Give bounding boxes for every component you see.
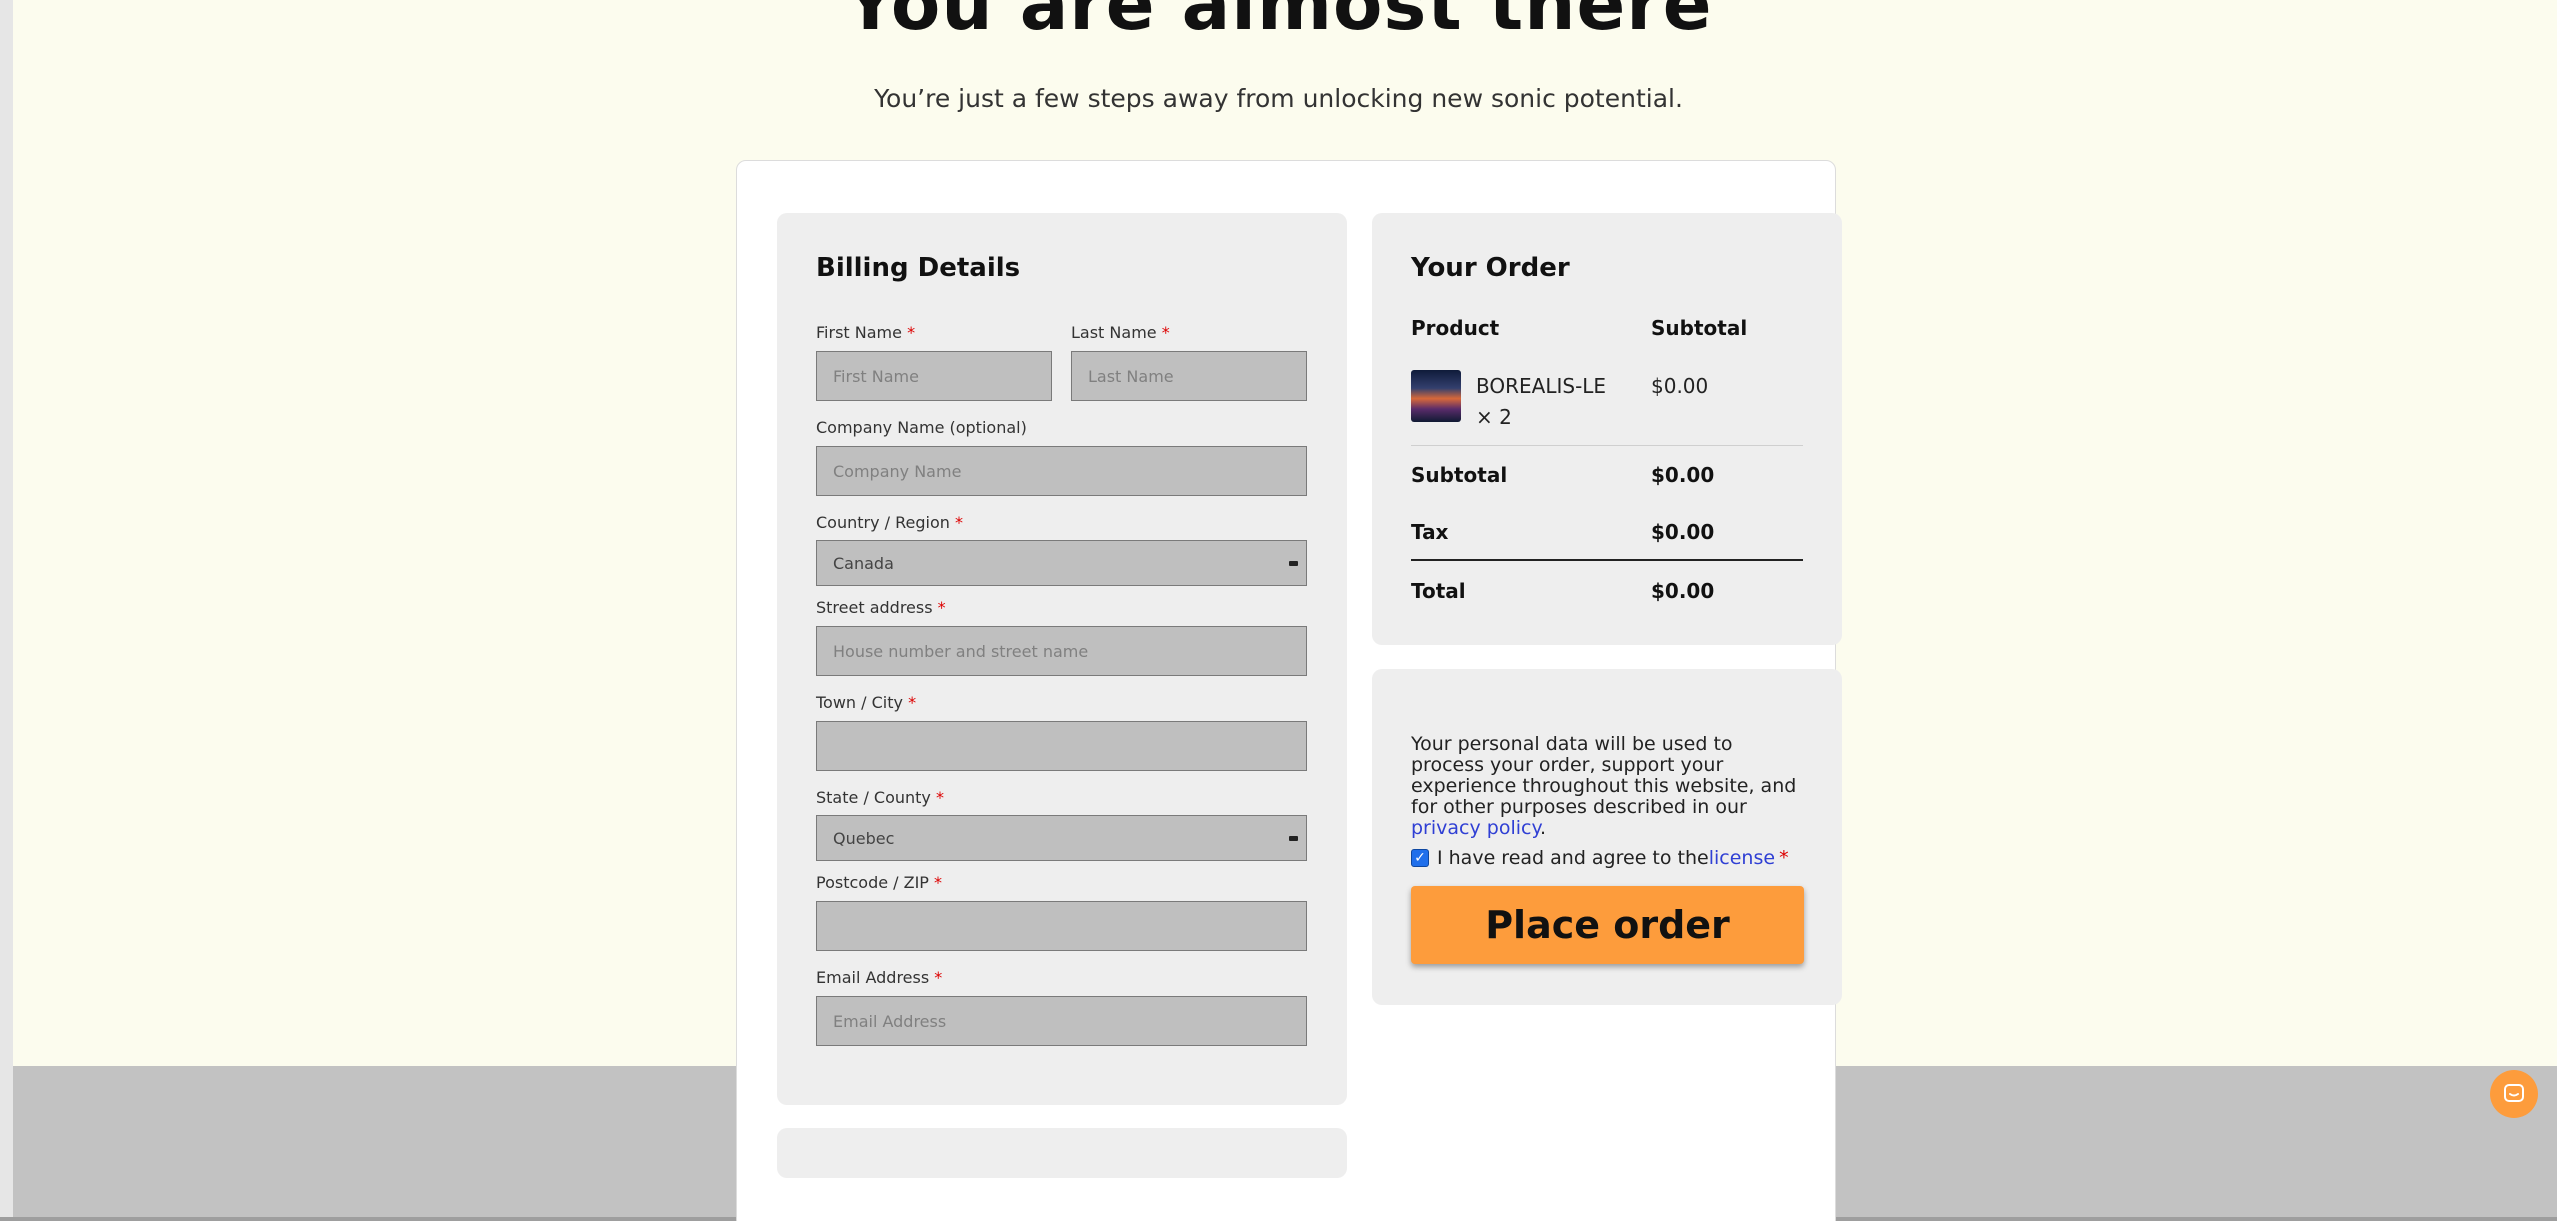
product-column-header: Product (1411, 316, 1500, 340)
billing-secondary-panel (777, 1128, 1347, 1178)
left-edge-strip (0, 0, 13, 1221)
chevron-down-icon (1289, 835, 1298, 841)
total-divider (1411, 559, 1803, 561)
total-value: $0.00 (1651, 579, 1715, 603)
checkmark-icon: ✓ (1414, 850, 1426, 866)
country-label: Country / Region * (816, 513, 963, 532)
street-address-label: Street address * (816, 598, 946, 617)
postcode-label: Postcode / ZIP * (816, 873, 943, 892)
postcode-field[interactable] (816, 901, 1307, 951)
city-label: Town / City * (816, 693, 917, 712)
first-name-field[interactable] (816, 351, 1052, 401)
product-name: BOREALIS-LE (1476, 374, 1607, 398)
total-label: Total (1411, 579, 1466, 603)
product-price: $0.00 (1651, 374, 1709, 398)
email-label: Email Address * (816, 968, 943, 987)
state-label: State / County * (816, 788, 944, 807)
page-subtitle: You’re just a few steps away from unlock… (874, 84, 1683, 113)
product-thumbnail (1411, 370, 1461, 422)
last-name-field[interactable] (1071, 351, 1307, 401)
email-field[interactable] (816, 996, 1307, 1046)
chat-icon (2504, 1084, 2524, 1102)
state-selected-value: Quebec (833, 828, 895, 848)
country-select[interactable]: Canada (816, 540, 1307, 586)
chevron-down-icon (1289, 560, 1298, 566)
privacy-notice: Your personal data will be used to proce… (1411, 733, 1797, 839)
order-title: Your Order (1411, 253, 1570, 283)
company-name-label: Company Name (optional) (816, 418, 1027, 437)
country-selected-value: Canada (833, 553, 894, 573)
subtotal-label: Subtotal (1411, 463, 1508, 487)
tax-label: Tax (1411, 520, 1449, 544)
license-agreement-row: ✓ I have read and agree to the license * (1411, 847, 1789, 869)
first-name-label: First Name * (816, 323, 916, 342)
license-link[interactable]: license (1709, 847, 1775, 869)
subtotal-column-header: Subtotal (1651, 316, 1748, 340)
agree-text: I have read and agree to the (1437, 847, 1709, 869)
state-select[interactable]: Quebec (816, 815, 1307, 861)
license-checkbox[interactable]: ✓ (1411, 849, 1429, 867)
last-name-label: Last Name * (1071, 323, 1170, 342)
place-order-button[interactable]: Place order (1411, 886, 1804, 964)
billing-title: Billing Details (816, 253, 1021, 283)
chat-launcher-button[interactable] (2490, 1070, 2538, 1118)
street-address-field[interactable] (816, 626, 1307, 676)
page-title: You are almost there (844, 0, 1713, 46)
company-name-field[interactable] (816, 446, 1307, 496)
city-field[interactable] (816, 721, 1307, 771)
tax-value: $0.00 (1651, 520, 1715, 544)
order-divider (1411, 445, 1803, 446)
product-quantity: × 2 (1476, 405, 1512, 429)
subtotal-value: $0.00 (1651, 463, 1715, 487)
required-mark: * (1779, 847, 1789, 869)
privacy-policy-link[interactable]: privacy policy (1411, 817, 1540, 839)
